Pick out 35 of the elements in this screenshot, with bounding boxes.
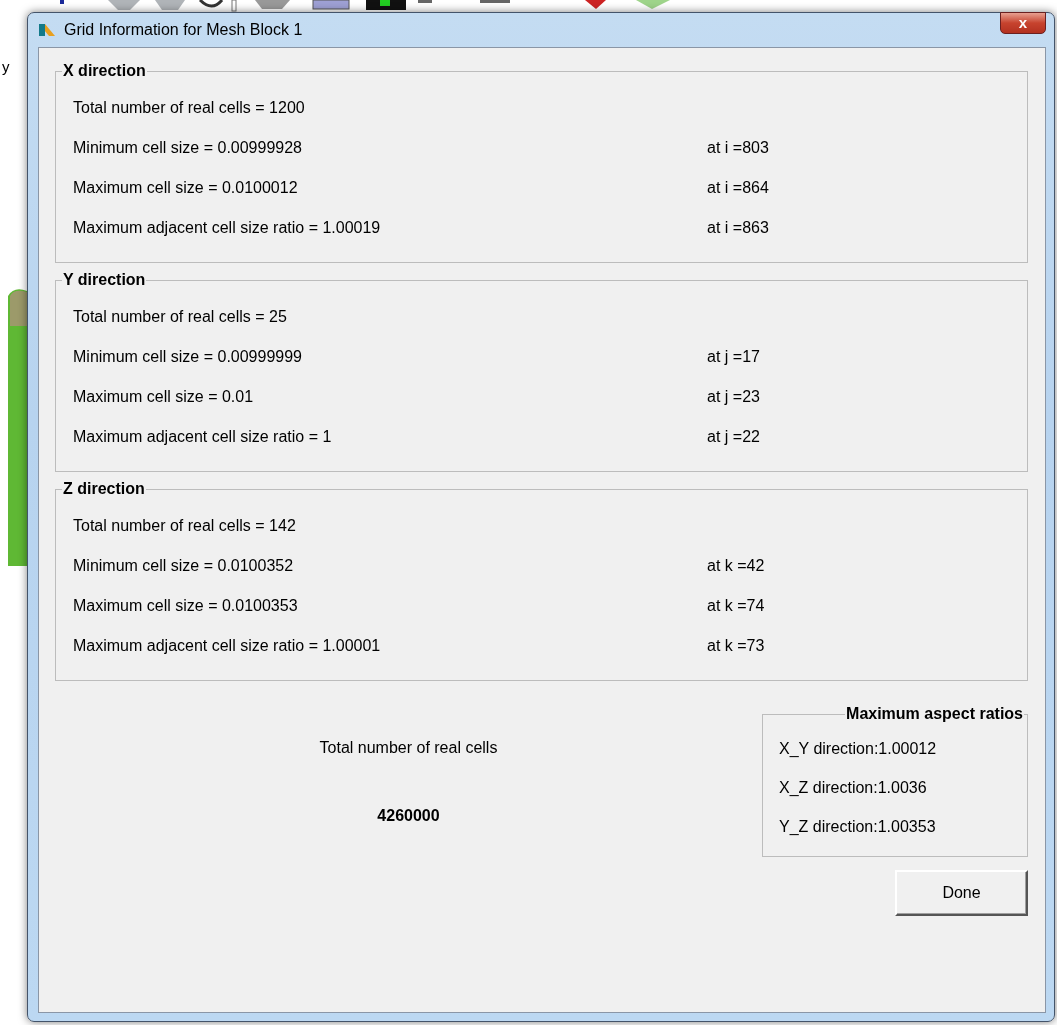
aspect-ratio: X_Z direction:1.0036 xyxy=(779,777,928,798)
group-title: Maximum aspect ratios xyxy=(845,705,1024,723)
group-title: Y direction xyxy=(62,271,147,289)
stat-location: at i =864 xyxy=(707,179,769,197)
stat-location: at j =22 xyxy=(707,428,760,446)
stat-label: Maximum cell size = 0.01 xyxy=(73,388,255,406)
stat-location: at i =863 xyxy=(707,219,769,237)
total-label: Total number of real cells xyxy=(319,739,498,757)
stat-label: Maximum cell size = 0.0100353 xyxy=(73,597,299,615)
stat-label: Total number of real cells = 1200 xyxy=(73,99,306,117)
group-title: Z direction xyxy=(62,480,146,498)
total-value: 4260000 xyxy=(377,807,440,825)
stat-location: at j =23 xyxy=(707,388,760,406)
aspect-ratio: X_Y direction:1.00012 xyxy=(779,738,938,759)
stat-label: Minimum cell size = 0.0100352 xyxy=(73,557,295,575)
stat-label: Total number of real cells = 25 xyxy=(73,308,288,326)
stat-location: at j =17 xyxy=(707,348,760,366)
axis-label: y xyxy=(1,58,11,76)
aspect-ratio: Y_Z direction:1.00353 xyxy=(779,816,937,837)
stat-label: Minimum cell size = 0.00999999 xyxy=(73,348,303,366)
stat-label: Maximum adjacent cell size ratio = 1.00001 xyxy=(73,637,382,655)
stat-label: Total number of real cells = 142 xyxy=(73,517,297,535)
stat-location: at i =803 xyxy=(707,139,769,157)
stat-location: at k =42 xyxy=(707,557,765,575)
stat-location: at k =74 xyxy=(707,597,765,615)
window-title: Grid Information for Mesh Block 1 xyxy=(64,21,304,39)
close-button[interactable]: x xyxy=(1000,12,1046,34)
stat-location: at k =73 xyxy=(707,637,765,655)
stat-label: Maximum adjacent cell size ratio = 1 xyxy=(73,428,333,446)
app-icon xyxy=(38,22,56,38)
group-title: X direction xyxy=(62,62,147,80)
stat-label: Minimum cell size = 0.00999928 xyxy=(73,139,303,157)
stat-label: Maximum cell size = 0.0100012 xyxy=(73,179,299,197)
done-button[interactable]: Done xyxy=(895,870,1028,916)
stat-label: Maximum adjacent cell size ratio = 1.00019 xyxy=(73,219,382,237)
